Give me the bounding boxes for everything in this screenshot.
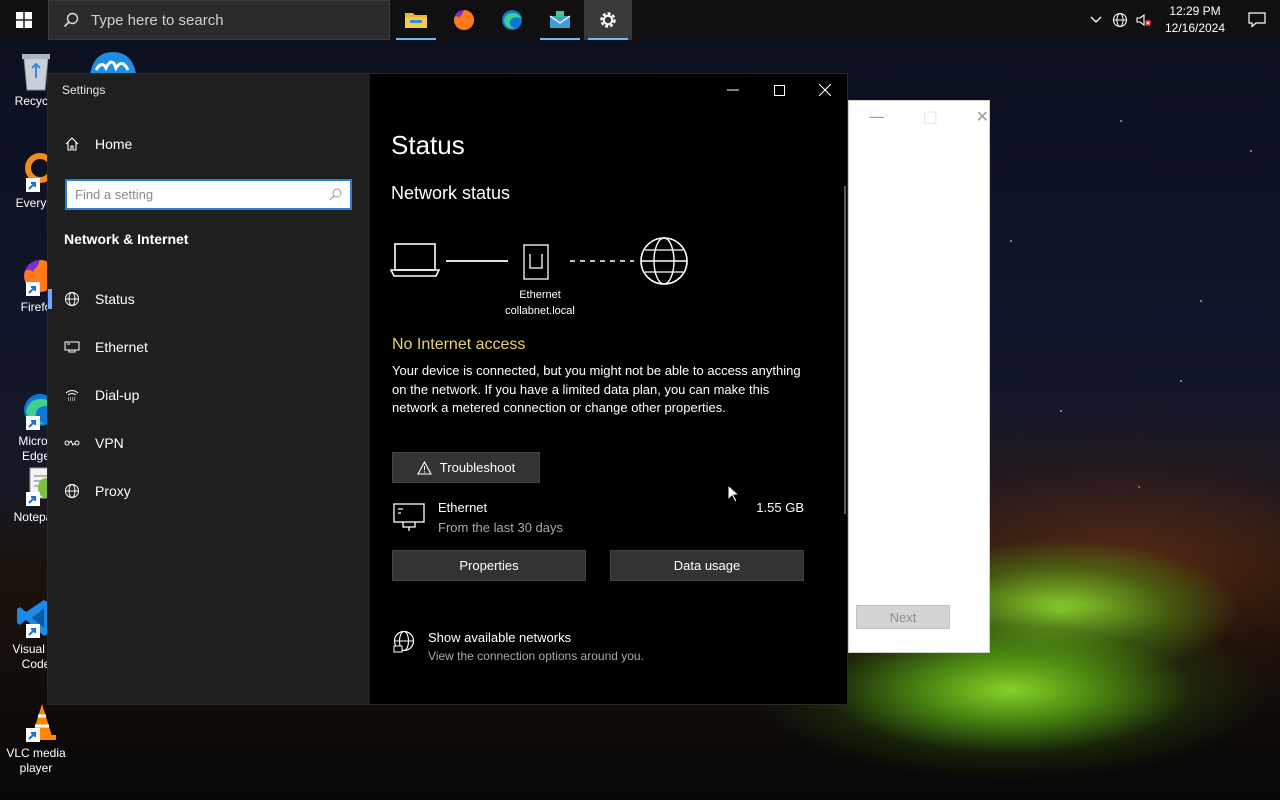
internet-globe-icon xyxy=(640,237,688,285)
mouse-cursor-icon xyxy=(727,484,741,503)
taskbar-firefox[interactable] xyxy=(440,0,488,40)
network-status-heading: Network status xyxy=(391,183,511,203)
show-networks-description: View the connection options around you. xyxy=(428,649,644,663)
taskbar-file-explorer[interactable] xyxy=(392,0,440,40)
properties-button[interactable]: Properties xyxy=(392,550,586,581)
connection-usage-row: Ethernet From the last 30 days 1.55 GB xyxy=(392,498,804,538)
maximize-icon[interactable]: □ xyxy=(923,107,938,126)
find-setting-input[interactable] xyxy=(75,187,329,202)
connection-name: Ethernet xyxy=(438,500,488,515)
maximize-icon xyxy=(773,84,785,96)
ethernet-adapter-icon xyxy=(523,244,549,280)
connection-period: From the last 30 days xyxy=(438,520,563,535)
settings-content: Status Network status Ethernet collabnet xyxy=(370,74,847,704)
chevron-up-icon xyxy=(1090,16,1102,23)
show-available-networks-link[interactable]: Show available networks View the connect… xyxy=(392,628,812,668)
search-icon xyxy=(63,12,79,28)
settings-nav-pane: Settings Home Network & Internet Status xyxy=(48,74,370,704)
action-center-button[interactable] xyxy=(1234,0,1280,40)
notification-icon xyxy=(1248,12,1266,28)
mail-app-icon xyxy=(549,11,571,28)
find-setting-box[interactable] xyxy=(65,179,352,210)
globe-icon xyxy=(65,292,79,306)
nav-item-status[interactable]: Status xyxy=(48,279,370,319)
nav-item-proxy[interactable]: Proxy xyxy=(48,471,370,511)
nav-item-label: Status xyxy=(95,291,135,307)
network-globe-icon xyxy=(1112,12,1128,28)
laptop-icon xyxy=(390,243,441,277)
system-tray: 12:29 PM 12/16/2024 xyxy=(1084,0,1280,40)
adapter-name: Ethernet xyxy=(519,289,561,301)
minimize-button[interactable] xyxy=(710,74,756,106)
home-icon xyxy=(65,137,79,151)
taskbar-search[interactable]: Type here to search xyxy=(48,0,390,40)
tray-overflow-button[interactable] xyxy=(1084,0,1108,40)
status-description: Your device is connected, but you might … xyxy=(392,363,801,415)
clock-time: 12:29 PM xyxy=(1169,4,1221,18)
clock-date: 12/16/2024 xyxy=(1164,21,1226,35)
page-title: Status xyxy=(391,130,465,160)
connection-data-usage: 1.55 GB xyxy=(756,500,804,515)
troubleshoot-button[interactable]: Troubleshoot xyxy=(392,452,540,483)
nav-item-label: Proxy xyxy=(95,483,131,499)
tray-volume[interactable] xyxy=(1132,0,1156,40)
troubleshoot-label: Troubleshoot xyxy=(439,460,516,475)
taskbar-search-placeholder: Type here to search xyxy=(91,11,224,29)
nav-item-label: VPN xyxy=(95,435,124,451)
desktop-icon-label: VLC media player xyxy=(6,746,66,775)
warning-icon xyxy=(416,460,432,475)
next-button[interactable]: Next xyxy=(856,605,950,629)
adapter-domain: collabnet.local xyxy=(505,305,575,317)
taskbar: Type here to search 12:29 PM 12/16/2024 xyxy=(0,0,1280,40)
ethernet-icon xyxy=(64,341,80,353)
close-icon[interactable]: ✕ xyxy=(976,107,989,126)
file-explorer-icon xyxy=(405,13,427,28)
vpn-icon xyxy=(64,440,80,446)
nav-item-label: Ethernet xyxy=(95,339,148,355)
globe-network-icon xyxy=(393,630,415,653)
nav-item-ethernet[interactable]: Ethernet xyxy=(48,327,370,367)
minimize-icon xyxy=(727,89,739,91)
nav-item-label: Dial-up xyxy=(95,387,140,403)
volume-muted-icon xyxy=(1136,13,1152,27)
show-networks-title: Show available networks xyxy=(428,630,572,645)
start-button[interactable] xyxy=(0,0,48,40)
nav-home[interactable]: Home xyxy=(64,136,132,152)
taskbar-mail-app[interactable] xyxy=(536,0,584,40)
close-icon xyxy=(819,84,831,96)
maximize-button[interactable] xyxy=(756,74,802,106)
minimize-icon[interactable]: — xyxy=(869,107,885,126)
windows-logo-icon xyxy=(16,12,32,28)
taskbar-clock[interactable]: 12:29 PM 12/16/2024 xyxy=(1160,3,1230,37)
nav-home-label: Home xyxy=(95,136,133,152)
internet-status-text: No Internet access xyxy=(392,336,526,353)
partial-desktop-icon xyxy=(88,48,138,74)
gear-icon xyxy=(600,12,616,28)
taskbar-settings[interactable] xyxy=(584,0,632,40)
nav-item-vpn[interactable]: VPN xyxy=(48,423,370,463)
ethernet-icon xyxy=(393,503,425,531)
window-title: Settings xyxy=(62,83,106,97)
taskbar-edge[interactable] xyxy=(488,0,536,40)
dialup-icon xyxy=(65,390,79,401)
settings-window: Settings Home Network & Internet Status xyxy=(47,73,848,705)
globe-icon xyxy=(65,484,79,498)
edge-icon xyxy=(502,10,522,30)
close-button[interactable] xyxy=(802,74,848,106)
background-window-controls: — □ ✕ xyxy=(869,107,989,126)
section-title: Network & Internet xyxy=(64,231,189,247)
background-wizard-window: — □ ✕ Next xyxy=(848,100,990,653)
data-usage-button[interactable]: Data usage xyxy=(610,550,804,581)
search-icon xyxy=(329,188,342,201)
content-scrollbar[interactable] xyxy=(844,186,846,514)
firefox-icon xyxy=(454,9,475,30)
nav-item-dialup[interactable]: Dial-up xyxy=(48,375,370,415)
tray-network[interactable] xyxy=(1108,0,1132,40)
adapter-caption: Ethernet collabnet.local xyxy=(490,287,590,319)
